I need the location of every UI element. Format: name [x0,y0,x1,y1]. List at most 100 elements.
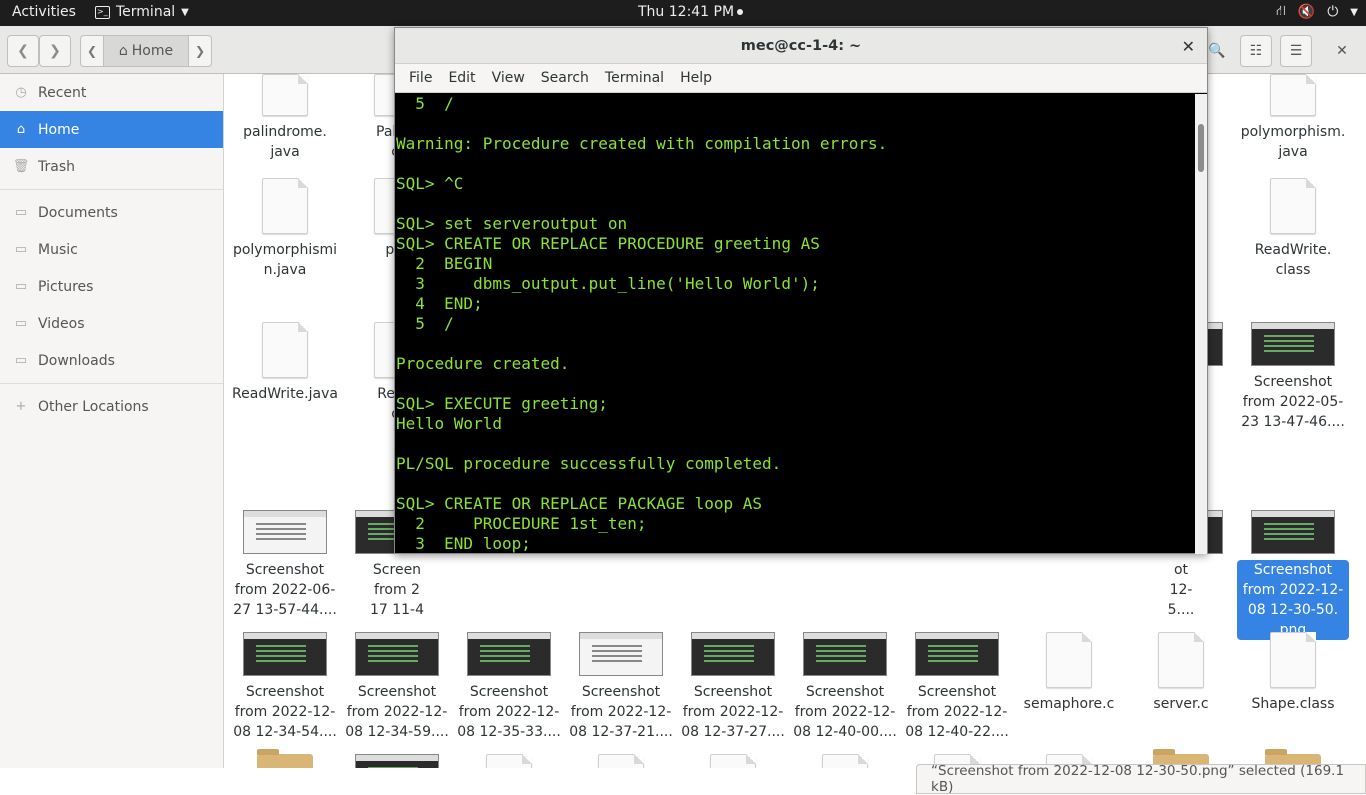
file-item[interactable]: ReadWrite.java [229,310,341,404]
menu-terminal[interactable]: Terminal [597,70,672,86]
file-label: palindrome. java [243,124,327,160]
scrollbar-thumb[interactable] [1198,124,1204,172]
sidebar-item-trash[interactable]: 🗑 Trash [0,148,223,185]
file-item[interactable]: ReadWrite. class [1237,174,1349,280]
file-item[interactable] [341,714,453,768]
file-item[interactable]: palindrome. java [229,74,341,162]
file-label: ReadWrite. class [1254,242,1332,278]
close-icon[interactable]: ✕ [1182,37,1195,56]
back-button[interactable]: ❮ [7,35,39,67]
home-icon: ⌂ [118,43,128,59]
trash-icon: 🗑 [12,159,30,174]
file-item[interactable]: polymorphismi n.java [229,174,341,280]
document-icon [262,74,308,116]
top-bar: Activities >_ Terminal ▼ Thu 12:41 PM ⛙ … [0,0,1366,26]
file-item[interactable] [453,714,565,768]
view-toggle-button[interactable]: ☷ [1240,35,1272,67]
app-menu[interactable]: >_ Terminal ▼ [95,4,189,20]
file-item[interactable]: Shape.class [1237,590,1349,714]
path-left-arrow[interactable]: ❮ [81,36,103,66]
chevron-right-icon: ❯ [194,44,206,58]
terminal-scrollbar[interactable] [1195,94,1207,554]
thumbnail-titlebar [692,633,774,639]
file-item[interactable] [1125,714,1237,768]
sidebar: ◷ Recent ⌂ Home 🗑 Trash ▭ Documents ▭ Music ▭ Pictu… [0,74,224,768]
terminal-titlebar[interactable]: mec@cc-1-4: ~ ✕ [395,28,1207,64]
sidebar-item-pictures[interactable]: ▭ Pictures [0,268,223,305]
file-item[interactable]: Screenshot from 2022-05- 23 13-47-46.... [1237,310,1349,432]
menu-search[interactable]: Search [533,70,597,86]
file-item[interactable] [1013,714,1125,768]
terminal-screen[interactable]: 5 / Warning: Procedure created with compi… [395,94,1197,554]
image-thumbnail [1251,322,1335,366]
chevron-right-icon: ❯ [49,43,61,59]
file-item[interactable]: polymorphism. java [1237,74,1349,162]
thumbnail-content [816,645,866,647]
file-item[interactable] [789,714,901,768]
image-thumbnail [691,632,775,676]
thumbnail-titlebar [1252,511,1334,517]
image-thumbnail [467,632,551,676]
file-item[interactable]: server.c [1125,590,1237,714]
sidebar-item-label: Documents [38,204,118,221]
menu-edit[interactable]: Edit [440,70,483,86]
file-item[interactable] [901,714,1013,768]
path-right-arrow[interactable]: ❯ [189,36,211,66]
menu-button[interactable]: ☰ [1280,35,1312,67]
document-icon [1046,632,1092,688]
sidebar-item-downloads[interactable]: ▭ Downloads [0,342,223,379]
close-button[interactable]: ✕ [1326,35,1358,67]
sidebar-item-other-locations[interactable]: + Other Locations [0,388,223,425]
plus-icon: + [15,399,27,414]
sidebar-separator [0,383,223,384]
file-item[interactable]: semaphore.c [1013,590,1125,714]
volume-muted-icon: 🔇 [1297,4,1316,20]
terminal-window: mec@cc-1-4: ~ ✕ File Edit View Search Termin… [394,27,1208,554]
activities-button[interactable]: Activities [12,4,76,20]
thumbnail-titlebar [468,633,550,639]
terminal-line: Warning: Procedure created with compilat… [396,134,888,153]
forward-button[interactable]: ❯ [39,35,71,67]
terminal-line: 3 END loop; [396,534,531,553]
terminal-line: Hello World [396,414,502,433]
sidebar-item-videos[interactable]: ▭ Videos [0,305,223,342]
thumbnail-content [256,645,306,647]
terminal-line: Procedure created. [396,354,570,373]
file-item[interactable] [677,714,789,768]
status-bar: “Screenshot from 2022-12-08 12-30-50.png… [916,763,1366,795]
file-item[interactable] [565,714,677,768]
file-item[interactable] [1237,714,1349,768]
clock[interactable]: Thu 12:41 PM [638,4,744,20]
system-tray[interactable]: ⛙ 🔇 ⏻ ▼ [1276,3,1358,21]
sidebar-item-documents[interactable]: ▭ Documents [0,194,223,231]
path-bar: ❮ ⌂ Home ❯ [80,35,212,67]
image-thumbnail [243,632,327,676]
sidebar-item-label: Music [38,241,78,258]
menu-help[interactable]: Help [672,70,720,86]
thumbnail-content [928,645,978,647]
folder-icon: ▭ [14,205,28,220]
menu-view[interactable]: View [484,70,533,86]
search-icon: 🔍 [1208,43,1226,59]
sidebar-item-recent[interactable]: ◷ Recent [0,74,223,111]
path-home[interactable]: ⌂ Home [103,36,189,66]
folder-icon: ▭ [14,353,28,368]
terminal-line: SQL> set serveroutput on [396,214,628,233]
file-label: Screenshot from 2022-05- 23 13-47-46.... [1241,374,1345,430]
thumbnail-titlebar [244,633,326,639]
terminal-line: SQL> EXECUTE greeting; [396,394,608,413]
thumbnail-titlebar [916,633,998,639]
sidebar-item-music[interactable]: ▭ Music [0,231,223,268]
file-item[interactable] [229,714,341,768]
document-icon [822,754,868,768]
terminal-line: SQL> CREATE OR REPLACE PACKAGE loop AS [396,494,763,513]
sidebar-item-home[interactable]: ⌂ Home [0,111,223,148]
menu-file[interactable]: File [401,70,440,86]
document-icon [1270,74,1316,116]
thumbnail-titlebar [356,755,438,761]
path-home-label: Home [131,43,174,59]
terminal-line: SQL> CREATE OR REPLACE PROCEDURE greetin… [396,234,820,253]
